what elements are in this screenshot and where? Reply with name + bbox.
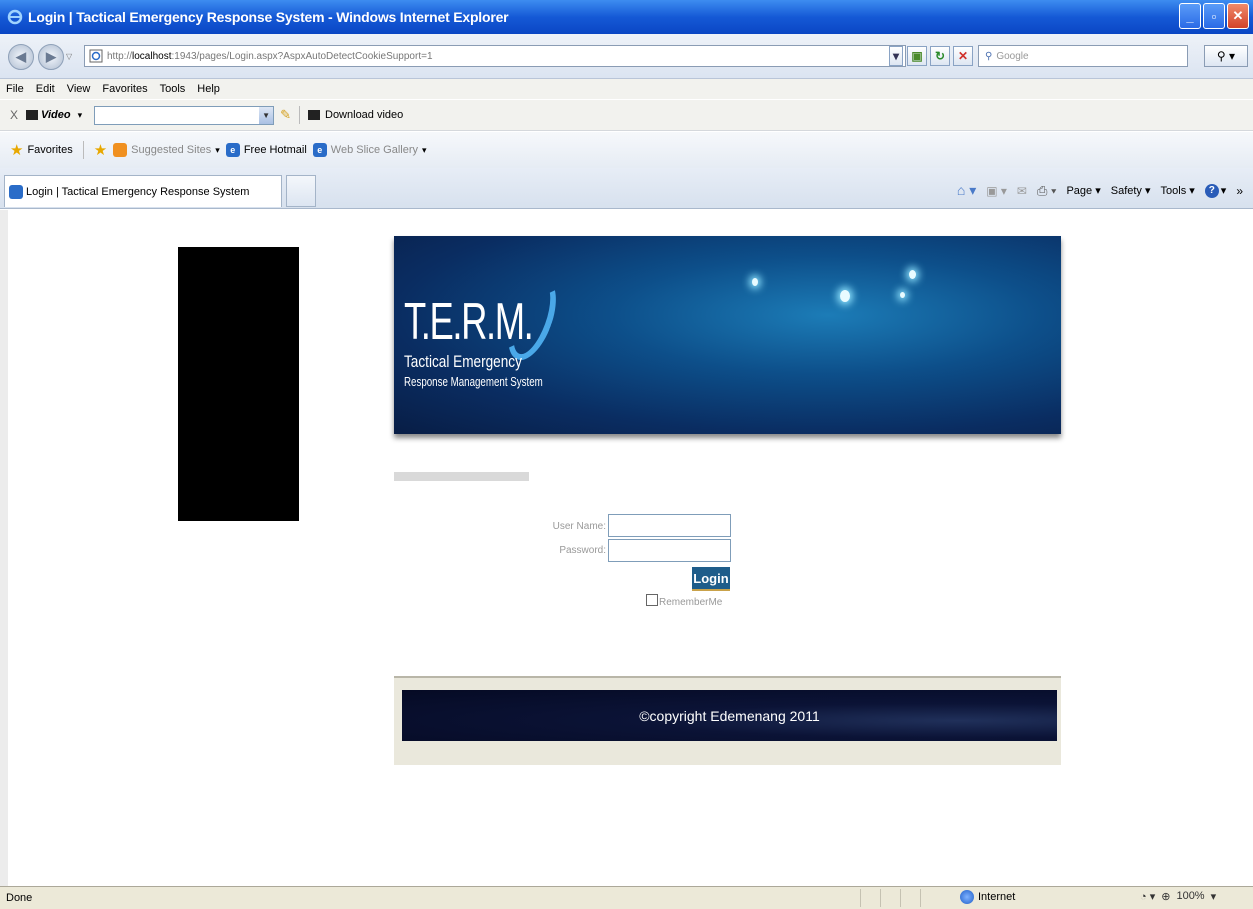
video-icon bbox=[26, 110, 39, 120]
chevron-down-icon: ▾ bbox=[1210, 891, 1217, 903]
window-title: Login | Tactical Emergency Response Syst… bbox=[28, 9, 509, 25]
status-pane bbox=[900, 889, 918, 907]
protected-mode-icon[interactable]: ◔ ▾ bbox=[1140, 890, 1155, 903]
username-label: User Name: bbox=[552, 521, 606, 532]
feeds-icon[interactable]: ▣ ▾ bbox=[986, 184, 1007, 198]
ie-logo-icon bbox=[6, 8, 24, 26]
search-icon: ⚲ bbox=[985, 50, 993, 62]
video-search-combo[interactable]: ▼ bbox=[94, 105, 275, 125]
remember-me-checkbox[interactable] bbox=[646, 594, 658, 606]
chevron-down-icon: ▾ bbox=[77, 109, 83, 120]
remember-me-label: RememberMe bbox=[659, 597, 723, 608]
address-dropdown-icon[interactable]: ▾ bbox=[889, 46, 903, 66]
mail-icon[interactable]: ✉ bbox=[1017, 184, 1027, 198]
pencil-icon[interactable]: ✎ bbox=[280, 107, 291, 123]
close-button[interactable]: ✕ bbox=[1227, 3, 1249, 29]
light-dot bbox=[900, 292, 905, 298]
menu-edit[interactable]: Edit bbox=[36, 83, 55, 95]
status-pane bbox=[880, 889, 898, 907]
password-input[interactable] bbox=[608, 539, 731, 562]
menu-help[interactable]: Help bbox=[197, 83, 220, 95]
zoom-icon: ⊕ bbox=[1161, 891, 1171, 903]
close-toolbar-button[interactable]: X bbox=[10, 108, 18, 122]
address-input[interactable]: http://localhost:1943/pages/Login.aspx?A… bbox=[84, 45, 906, 67]
menu-bar: File Edit View Favorites Tools Help bbox=[0, 79, 1253, 99]
address-bar: ◀ ▶ ▽ http://localhost:1943/pages/Login.… bbox=[0, 34, 1253, 79]
ie-page-icon: e bbox=[312, 143, 327, 157]
star-icon: ★ bbox=[10, 142, 24, 159]
ie-page-icon bbox=[9, 184, 23, 199]
download-icon bbox=[308, 110, 320, 120]
menu-tools[interactable]: Tools bbox=[160, 83, 186, 95]
suggested-sites-icon bbox=[113, 143, 128, 157]
favorites-button[interactable]: ★ Favorites bbox=[10, 141, 73, 159]
status-pane bbox=[920, 889, 938, 907]
security-zone[interactable]: Internet bbox=[960, 890, 1015, 904]
chevron-down-icon: ▾ bbox=[422, 144, 427, 155]
new-tab-button[interactable] bbox=[286, 175, 316, 207]
term-logo: T.E.R.M. Tactical Emergency Response Man… bbox=[404, 293, 543, 389]
refresh-icon[interactable]: ↻ bbox=[930, 46, 950, 66]
combo-dropdown-icon[interactable]: ▼ bbox=[259, 106, 274, 124]
separator bbox=[82, 141, 84, 159]
light-dot bbox=[909, 270, 916, 279]
download-video-button[interactable]: Download video bbox=[308, 109, 403, 121]
url-host: localhost bbox=[132, 50, 172, 62]
menu-favorites[interactable]: Favorites bbox=[102, 83, 147, 95]
tab-row: Login | Tactical Emergency Response Syst… bbox=[0, 168, 1253, 209]
zoom-control[interactable]: ◔ ▾ ⊕ 100% ▾ bbox=[1140, 890, 1216, 903]
zoom-level: 100% bbox=[1176, 890, 1205, 902]
print-icon[interactable]: ⎙ ▾ bbox=[1037, 183, 1056, 199]
restore-button[interactable]: ▫ bbox=[1203, 3, 1225, 29]
back-button[interactable]: ◀ bbox=[8, 44, 34, 70]
tools-menu[interactable]: Tools ▾ bbox=[1161, 184, 1195, 197]
status-text: Done bbox=[6, 892, 33, 904]
footer-banner: ©copyright Edemenang 2011 bbox=[402, 690, 1057, 741]
search-button[interactable]: ⚲ ▾ bbox=[1204, 45, 1248, 67]
web-slice-gallery-link[interactable]: e Web Slice Gallery ▾ bbox=[312, 143, 427, 157]
command-bar: ⌂ ▾ ▣ ▾ ✉ ⎙ ▾ Page ▾ Safety ▾ Tools ▾ ? … bbox=[957, 182, 1243, 199]
video-logo[interactable]: Video ▾ bbox=[26, 109, 82, 121]
redacted-block bbox=[178, 247, 299, 521]
url-path: :1943/pages/Login.aspx?AspxAutoDetectCoo… bbox=[171, 50, 433, 62]
history-dropdown-icon[interactable]: ▽ bbox=[66, 52, 72, 61]
page-menu[interactable]: Page ▾ bbox=[1066, 184, 1100, 197]
chevron-down-icon: ▾ bbox=[215, 144, 220, 155]
stop-icon[interactable]: ✕ bbox=[953, 46, 973, 66]
menu-file[interactable]: File bbox=[6, 83, 24, 95]
chevron-more-icon[interactable]: » bbox=[1236, 184, 1243, 198]
username-input[interactable] bbox=[608, 514, 731, 537]
minimize-button[interactable]: _ bbox=[1179, 3, 1201, 29]
light-dot bbox=[840, 290, 850, 302]
section-divider bbox=[394, 472, 529, 481]
home-icon[interactable]: ⌂ ▾ bbox=[957, 182, 976, 199]
tab-login[interactable]: Login | Tactical Emergency Response Syst… bbox=[4, 175, 282, 207]
help-icon[interactable]: ? ▾ bbox=[1204, 183, 1226, 198]
status-bar: Done Internet ◔ ▾ ⊕ 100% ▾ bbox=[0, 886, 1253, 909]
status-pane bbox=[860, 889, 878, 907]
term-banner: T.E.R.M. Tactical Emergency Response Man… bbox=[394, 236, 1061, 434]
page-icon bbox=[89, 49, 103, 63]
compatibility-icon[interactable]: ▣ bbox=[907, 46, 927, 66]
add-favorite-icon[interactable]: ★ bbox=[94, 141, 107, 159]
free-hotmail-link[interactable]: e Free Hotmail bbox=[225, 143, 307, 157]
menu-view[interactable]: View bbox=[67, 83, 91, 95]
separator bbox=[299, 106, 300, 124]
suggested-sites-link[interactable]: Suggested Sites ▾ bbox=[113, 143, 220, 157]
safety-menu[interactable]: Safety ▾ bbox=[1111, 184, 1151, 197]
title-bar: Login | Tactical Emergency Response Syst… bbox=[0, 0, 1253, 34]
status-panes bbox=[860, 889, 938, 907]
video-toolbar: X Video ▾ ▼ ✎ Download video bbox=[0, 100, 1253, 131]
globe-icon bbox=[960, 890, 974, 904]
login-button[interactable]: Login bbox=[692, 567, 730, 591]
forward-button[interactable]: ▶ bbox=[38, 44, 64, 70]
copyright-text: ©copyright Edemenang 2011 bbox=[639, 707, 820, 724]
ie-page-icon: e bbox=[225, 143, 240, 157]
light-dot bbox=[752, 278, 758, 286]
password-label: Password: bbox=[559, 545, 606, 556]
search-input[interactable]: ⚲ Google bbox=[978, 45, 1188, 67]
favorites-bar: ★ Favorites ★ Suggested Sites ▾ e Free H… bbox=[0, 132, 1253, 168]
url-prefix: http:// bbox=[107, 50, 133, 62]
